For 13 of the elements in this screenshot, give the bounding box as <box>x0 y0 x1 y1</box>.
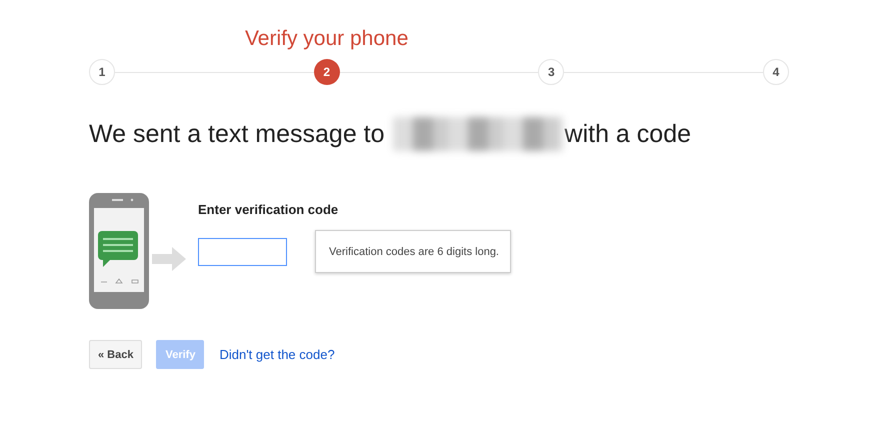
step-title: Verify your phone <box>244 27 408 51</box>
arrow-icon <box>152 247 186 271</box>
verification-code-input[interactable] <box>198 238 287 266</box>
step-indicator: 1 <box>89 59 115 85</box>
heading-text: with a code <box>564 120 691 148</box>
field-label: Enter verification code <box>198 202 340 217</box>
step-indicator: 3 <box>538 59 564 85</box>
step-indicator: 4 <box>763 59 790 85</box>
tooltip: Verification codes are 6 digits long. <box>315 230 511 273</box>
back-button[interactable]: « Back <box>89 340 142 369</box>
heading-text: We sent a text message to <box>89 120 385 148</box>
step-indicator: 2 <box>314 59 340 85</box>
resend-code-link[interactable]: Didn't get the code? <box>219 347 335 362</box>
